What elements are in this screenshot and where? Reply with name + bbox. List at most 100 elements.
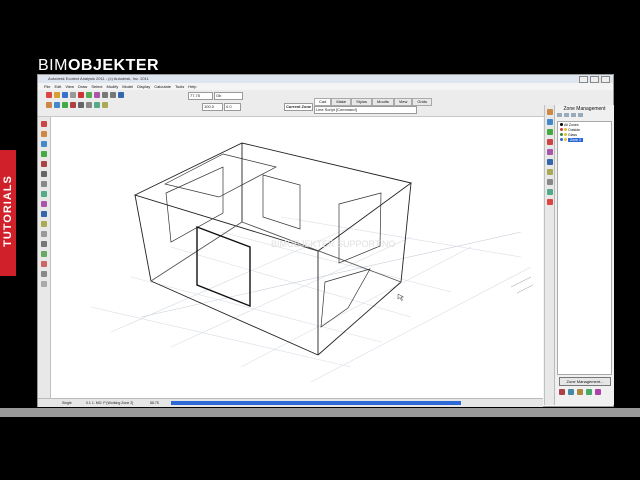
paste-icon[interactable] bbox=[94, 92, 100, 98]
window-title: Autodesk Ecotect Analysis 2011 - (c) Aut… bbox=[48, 76, 149, 81]
menu-draw[interactable]: Draw bbox=[78, 83, 87, 90]
point-tool-icon[interactable] bbox=[41, 181, 47, 187]
shadows-panel-icon[interactable] bbox=[547, 149, 553, 155]
visualise-panel-icon[interactable] bbox=[547, 139, 553, 145]
zone-panel-title: Zone Management bbox=[563, 106, 606, 112]
redo-icon[interactable] bbox=[110, 92, 116, 98]
snap-field[interactable]: 100.0 bbox=[202, 103, 223, 111]
maximize-button[interactable] bbox=[590, 76, 599, 83]
surface-tool-icon[interactable] bbox=[41, 191, 47, 197]
acoustic-panel-icon[interactable] bbox=[547, 179, 553, 185]
menu-edit[interactable]: Edit bbox=[54, 83, 61, 90]
zone-bottom-tools bbox=[559, 389, 601, 395]
tab-view[interactable]: View bbox=[393, 98, 413, 106]
zone-color-icon bbox=[560, 128, 563, 131]
toolbar-row-1 bbox=[46, 92, 124, 98]
current-zone-field[interactable]: Current Zone bbox=[284, 103, 313, 111]
visibility-icon[interactable] bbox=[564, 133, 567, 136]
zone-tool-icon-2[interactable] bbox=[568, 389, 574, 395]
model-viewport[interactable]: BIMOBJEKTER SUPPORT.NO bbox=[51, 117, 543, 398]
zone-tool-icon[interactable] bbox=[41, 141, 47, 147]
orbit-icon[interactable] bbox=[54, 102, 60, 108]
appliance-tool-icon[interactable] bbox=[41, 241, 47, 247]
grid-tool-icon[interactable] bbox=[41, 271, 47, 277]
open-icon[interactable] bbox=[54, 92, 60, 98]
zones-panel-icon[interactable] bbox=[547, 109, 553, 115]
tab-make[interactable]: Make bbox=[331, 98, 352, 106]
speaker-tool-icon[interactable] bbox=[41, 221, 47, 227]
menu-modify[interactable]: Modify bbox=[106, 83, 118, 90]
measure-tool-icon[interactable] bbox=[41, 261, 47, 267]
text-tool-icon[interactable] bbox=[41, 251, 47, 257]
menu-help[interactable]: Help bbox=[188, 83, 196, 90]
zoom-icon[interactable] bbox=[118, 92, 124, 98]
zone-management-button[interactable]: Zone Management... bbox=[559, 377, 611, 386]
bottom-strip bbox=[0, 408, 640, 417]
panel-tool-icon[interactable] bbox=[41, 171, 47, 177]
new-icon[interactable] bbox=[46, 92, 52, 98]
remove-zone-icon[interactable] bbox=[564, 113, 569, 117]
zone-tool-icon-1[interactable] bbox=[559, 389, 565, 395]
window-tool-icon[interactable] bbox=[41, 151, 47, 157]
selection-panel-icon[interactable] bbox=[547, 129, 553, 135]
plane-tool-icon[interactable] bbox=[41, 131, 47, 137]
line-tool-icon[interactable] bbox=[41, 121, 47, 127]
zone-tool-icon-5[interactable] bbox=[595, 389, 601, 395]
ecotect-window: Autodesk Ecotect Analysis 2011 - (c) Aut… bbox=[37, 74, 614, 407]
menu-calculate[interactable]: Calculate bbox=[154, 83, 171, 90]
cut-icon[interactable] bbox=[78, 92, 84, 98]
tab-cad[interactable]: Cad bbox=[314, 98, 332, 106]
scale-icon[interactable] bbox=[86, 102, 92, 108]
move-icon[interactable] bbox=[70, 102, 76, 108]
pan-icon[interactable] bbox=[62, 102, 68, 108]
light-tool-icon[interactable] bbox=[41, 211, 47, 217]
tutorials-tab[interactable]: TUTORIALS bbox=[0, 150, 16, 276]
menu-model[interactable]: Model bbox=[122, 83, 133, 90]
visibility-icon[interactable] bbox=[564, 128, 567, 131]
mirror-icon[interactable] bbox=[94, 102, 100, 108]
status-info: 0.1 1. MO: P [Working Zone 2] bbox=[86, 401, 134, 405]
command-line-field[interactable]: Line Script [Command] bbox=[314, 106, 417, 114]
menu-tools[interactable]: Tools bbox=[175, 83, 184, 90]
zone-up-icon[interactable] bbox=[571, 113, 576, 117]
select-icon[interactable] bbox=[46, 102, 52, 108]
circle-tool-icon[interactable] bbox=[41, 281, 47, 287]
canvas-watermark: BIMOBJEKTER SUPPORT.NO bbox=[271, 239, 395, 249]
add-zone-icon[interactable] bbox=[557, 113, 562, 117]
zone-row-selected[interactable]: Zone 2 bbox=[558, 137, 611, 142]
visibility-icon[interactable] bbox=[564, 138, 567, 141]
zone-tool-icon-4[interactable] bbox=[586, 389, 592, 395]
array-icon[interactable] bbox=[102, 102, 108, 108]
menu-file[interactable]: File bbox=[44, 83, 50, 90]
zoom-field[interactable]: 77.75 bbox=[188, 92, 213, 100]
menu-display[interactable]: Display bbox=[137, 83, 150, 90]
save-icon[interactable] bbox=[62, 92, 68, 98]
lighting-panel-icon[interactable] bbox=[547, 159, 553, 165]
tab-stylus[interactable]: Stylus bbox=[351, 98, 373, 106]
close-button[interactable] bbox=[601, 76, 610, 83]
thermal-panel-icon[interactable] bbox=[547, 169, 553, 175]
resources-panel-icon[interactable] bbox=[547, 189, 553, 195]
door-tool-icon[interactable] bbox=[41, 161, 47, 167]
solid-tool-icon[interactable] bbox=[41, 201, 47, 207]
materials-panel-icon[interactable] bbox=[547, 119, 553, 125]
menu-view[interactable]: View bbox=[65, 83, 74, 90]
print-icon[interactable] bbox=[70, 92, 76, 98]
tab-moults[interactable]: Moults bbox=[372, 98, 394, 106]
minimize-button[interactable] bbox=[579, 76, 588, 83]
undo-icon[interactable] bbox=[102, 92, 108, 98]
camera-tool-icon[interactable] bbox=[41, 231, 47, 237]
main-toolbar: 77.75 Ob 100.0 0.0 Current Zone Cad Make… bbox=[38, 90, 613, 117]
zone-panel-tools bbox=[555, 113, 614, 119]
angle-field[interactable]: 0.0 bbox=[224, 103, 241, 111]
tab-grids[interactable]: Grids bbox=[412, 98, 432, 106]
copy-icon[interactable] bbox=[86, 92, 92, 98]
export-panel-icon[interactable] bbox=[547, 199, 553, 205]
units-field[interactable]: Ob bbox=[214, 92, 243, 100]
rotate-icon[interactable] bbox=[78, 102, 84, 108]
menu-select[interactable]: Select bbox=[91, 83, 102, 90]
status-progress bbox=[171, 401, 461, 405]
wireframe-model: BIMOBJEKTER SUPPORT.NO bbox=[90, 142, 534, 383]
zone-down-icon[interactable] bbox=[578, 113, 583, 117]
zone-tool-icon-3[interactable] bbox=[577, 389, 583, 395]
